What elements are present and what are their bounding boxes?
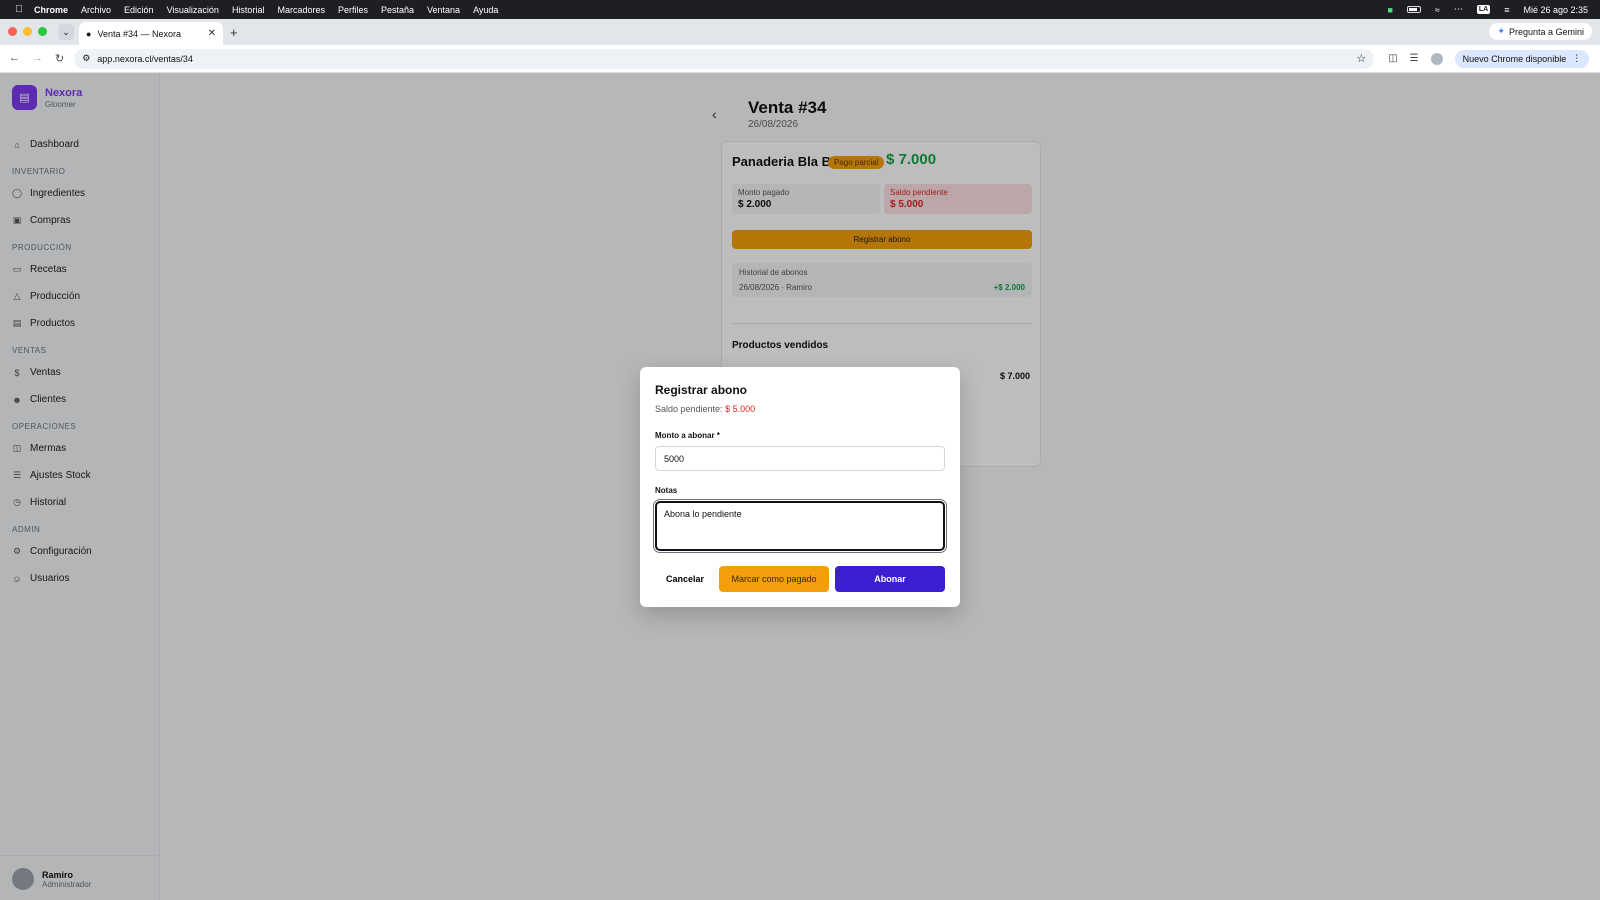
wifi-icon[interactable]: ≈ bbox=[1435, 5, 1440, 15]
close-tab-icon[interactable]: ✕ bbox=[208, 28, 216, 39]
notes-textarea[interactable]: Abona lo pendiente bbox=[653, 499, 947, 553]
modal-title: Registrar abono bbox=[655, 383, 748, 397]
menu-ayuda[interactable]: Ayuda bbox=[473, 5, 498, 15]
browser-tabstrip: ⌄ ● Venta #34 — Nexora ✕ + ✦ Pregunta a … bbox=[0, 19, 1600, 45]
browser-toolbar: ← → ↻ ⚙ app.nexora.cl/ventas/34 ☆ ◫ ☰ Nu… bbox=[0, 45, 1600, 73]
menu-edicion[interactable]: Edición bbox=[124, 5, 154, 15]
back-arrow-icon[interactable]: ← bbox=[9, 52, 20, 65]
window-controls bbox=[8, 27, 47, 36]
media-icon[interactable]: ☰ bbox=[1410, 53, 1419, 64]
amount-label: Monto a abonar * bbox=[655, 431, 720, 440]
menu-ventana[interactable]: Ventana bbox=[427, 5, 460, 15]
macos-menubar:  Chrome Archivo Edición Visualización H… bbox=[0, 0, 1600, 19]
sparkle-icon: ✦ bbox=[1497, 26, 1505, 36]
notes-label: Notas bbox=[655, 486, 678, 495]
dots-icon[interactable]: ⋯ bbox=[1454, 4, 1463, 15]
globe-icon: ● bbox=[86, 28, 92, 39]
status-area: ■ ≈ ⋯ LA ≡ Mié 26 ago 2:35 bbox=[1387, 4, 1588, 15]
apple-icon[interactable]:  bbox=[12, 4, 26, 15]
modal-pending-label: Saldo pendiente: bbox=[655, 404, 723, 414]
menu-archivo[interactable]: Archivo bbox=[81, 5, 111, 15]
menu-historial[interactable]: Historial bbox=[232, 5, 265, 15]
toolbar-right: ◫ ☰ Nuevo Chrome disponible ⋮ bbox=[1388, 49, 1590, 68]
clock[interactable]: Mié 26 ago 2:35 bbox=[1523, 5, 1588, 15]
battery-icon[interactable] bbox=[1406, 6, 1421, 13]
reload-icon[interactable]: ↻ bbox=[55, 52, 64, 65]
keyboard-layout[interactable]: LA bbox=[1476, 5, 1491, 14]
update-label: Nuevo Chrome disponible bbox=[1462, 53, 1567, 64]
menu-visualizacion[interactable]: Visualización bbox=[167, 5, 219, 15]
menu-pestana[interactable]: Pestaña bbox=[381, 5, 414, 15]
forward-arrow-icon[interactable]: → bbox=[32, 52, 43, 65]
kebab-menu-icon[interactable]: ⋮ bbox=[1572, 53, 1581, 64]
close-window-button[interactable] bbox=[8, 27, 17, 36]
gemini-label: Pregunta a Gemini bbox=[1508, 26, 1584, 37]
url-text[interactable]: app.nexora.cl/ventas/34 bbox=[97, 54, 193, 64]
submit-payment-button[interactable]: Abonar bbox=[835, 566, 945, 592]
profile-avatar[interactable] bbox=[1430, 52, 1443, 65]
zoom-window-button[interactable] bbox=[38, 27, 47, 36]
menu-perfiles[interactable]: Perfiles bbox=[338, 5, 368, 15]
cancel-button[interactable]: Cancelar bbox=[655, 566, 715, 592]
register-payment-modal: Registrar abono Saldo pendiente: $ 5.000… bbox=[640, 367, 960, 607]
chrome-update-button[interactable]: Nuevo Chrome disponible ⋮ bbox=[1454, 49, 1590, 68]
control-center-icon[interactable]: ≡ bbox=[1504, 5, 1509, 15]
extensions-icon[interactable]: ◫ bbox=[1388, 53, 1397, 64]
menu-app[interactable]: Chrome bbox=[34, 5, 68, 15]
nav-buttons: ← → ↻ bbox=[9, 52, 64, 65]
activity-icon[interactable]: ■ bbox=[1387, 5, 1392, 15]
minimize-window-button[interactable] bbox=[23, 27, 32, 36]
app-menus: Chrome Archivo Edición Visualización His… bbox=[34, 5, 498, 15]
address-bar[interactable]: ⚙ app.nexora.cl/ventas/34 ☆ bbox=[74, 48, 1375, 69]
gemini-button[interactable]: ✦ Pregunta a Gemini bbox=[1489, 23, 1592, 40]
browser-tab-active[interactable]: ● Venta #34 — Nexora ✕ bbox=[79, 22, 223, 45]
amount-input[interactable] bbox=[655, 446, 945, 471]
modal-pending: Saldo pendiente: $ 5.000 bbox=[655, 404, 755, 414]
site-settings-icon[interactable]: ⚙ bbox=[82, 53, 90, 64]
new-tab-button[interactable]: + bbox=[230, 25, 238, 40]
tab-search-button[interactable]: ⌄ bbox=[58, 24, 74, 40]
menu-marcadores[interactable]: Marcadores bbox=[277, 5, 325, 15]
modal-pending-value: $ 5.000 bbox=[725, 404, 756, 414]
mark-paid-button[interactable]: Marcar como pagado bbox=[719, 566, 829, 592]
tab-title: Venta #34 — Nexora bbox=[97, 28, 181, 39]
bookmark-star-icon[interactable]: ☆ bbox=[1356, 52, 1366, 65]
